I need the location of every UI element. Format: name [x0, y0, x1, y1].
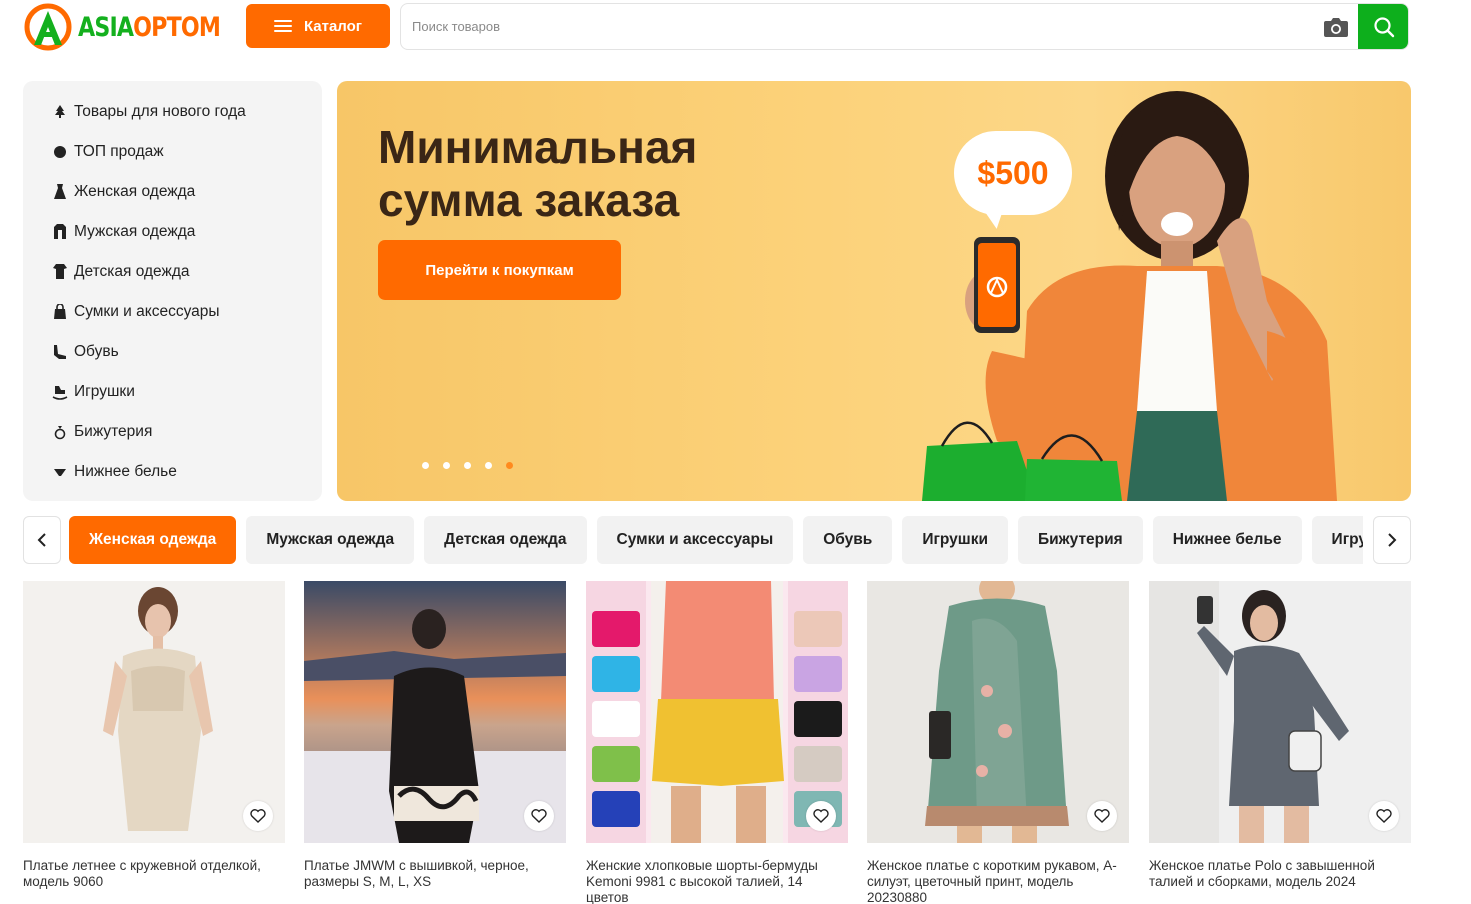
dress-icon	[51, 183, 69, 201]
logo[interactable]: ASIAOPTOM	[24, 3, 251, 51]
product-image[interactable]	[304, 581, 566, 843]
sidebar-item-label: Сумки и аксессуары	[74, 303, 220, 320]
product-image[interactable]	[23, 581, 285, 843]
tab-womens[interactable]: Женская одежда	[69, 516, 237, 564]
logo-optom: OPTOM	[133, 11, 221, 43]
sidebar-item-label: ТОП продаж	[74, 143, 164, 160]
product-title[interactable]: Женские хлопковые шорты-бермуды Kemoni 9…	[586, 858, 848, 904]
price-bubble: $500	[954, 131, 1072, 215]
tab-kids[interactable]: Детская одежда	[424, 516, 587, 564]
product-grid: Платье летнее с кружевной отделкой, моде…	[23, 581, 1411, 904]
menu-icon	[273, 20, 292, 32]
sidebar-item-label: Женская одежда	[74, 183, 196, 200]
search-icon	[1373, 16, 1394, 37]
slider-dot[interactable]	[485, 462, 492, 469]
search-bar	[400, 3, 1409, 50]
product-image[interactable]	[1149, 581, 1411, 843]
banner-title-line: Минимальная	[378, 121, 698, 173]
catalog-label: Каталог	[303, 17, 363, 35]
sidebar-item-label: Детская одежда	[74, 263, 190, 280]
product-card[interactable]: Женское платье Polo с завышенной талией …	[1149, 581, 1411, 890]
search-button[interactable]	[1358, 4, 1408, 49]
underwear-icon	[51, 463, 69, 481]
search-input[interactable]	[401, 4, 1311, 49]
product-title[interactable]: Платье JMWM с вышивкой, черное, размеры …	[304, 858, 566, 890]
sidebar-item-kids[interactable]: Детская одежда	[23, 252, 322, 292]
product-title[interactable]: Женское платье с коротким рукавом, А-сил…	[867, 858, 1129, 904]
sidebar-item-label: Товары для нового года	[74, 103, 246, 120]
heart-icon	[813, 809, 829, 823]
tab-underwear[interactable]: Нижнее белье	[1152, 516, 1302, 564]
heart-icon	[531, 809, 547, 823]
banner-title: Минимальная сумма заказа	[378, 121, 697, 227]
product-image[interactable]	[586, 581, 848, 843]
tab-bags[interactable]: Сумки и аксессуары	[596, 516, 794, 564]
product-card[interactable]: Платье JMWM с вышивкой, черное, размеры …	[304, 581, 566, 890]
tabs-prev-button[interactable]	[23, 516, 61, 564]
header: ASIAOPTOM Каталог	[0, 0, 1471, 60]
rocking-horse-icon	[51, 383, 69, 401]
tab-mens[interactable]: Мужская одежда	[246, 516, 415, 564]
shop-now-button[interactable]: Перейти к покупкам	[378, 240, 621, 300]
badge-icon	[51, 143, 69, 161]
sidebar-item-new-year[interactable]: Товары для нового года	[23, 92, 322, 132]
chevron-left-icon	[37, 533, 46, 547]
favorite-button[interactable]	[524, 801, 554, 831]
slider-dot[interactable]	[464, 462, 471, 469]
chevron-right-icon	[1388, 533, 1397, 547]
promo-banner[interactable]: Минимальная сумма заказа Перейти к покуп…	[337, 81, 1411, 501]
tab-toys-2[interactable]: Игрушки	[1311, 516, 1363, 564]
catalog-button[interactable]: Каталог	[246, 4, 390, 48]
sidebar-item-bags[interactable]: Сумки и аксессуары	[23, 292, 322, 332]
price-bubble-tail	[981, 203, 1009, 231]
tab-jewelry[interactable]: Бижутерия	[1018, 516, 1143, 564]
favorite-button[interactable]	[243, 801, 273, 831]
tabs-next-button[interactable]	[1373, 516, 1411, 564]
product-card[interactable]: Женское платье с коротким рукавом, А-сил…	[867, 581, 1129, 904]
product-image[interactable]	[867, 581, 1129, 843]
sidebar-item-toys[interactable]: Игрушки	[23, 372, 322, 412]
shoe-icon	[51, 343, 69, 361]
slider-dots	[422, 462, 527, 469]
sidebar-item-top-sales[interactable]: ТОП продаж	[23, 132, 322, 172]
sidebar-item-womens[interactable]: Женская одежда	[23, 172, 322, 212]
category-tabs: Женская одежда Мужская одежда Детская од…	[23, 516, 1411, 564]
logo-asia: ASIA	[78, 11, 134, 43]
product-card[interactable]: Женские хлопковые шорты-бермуды Kemoni 9…	[586, 581, 848, 904]
tab-toys[interactable]: Игрушки	[902, 516, 1008, 564]
favorite-button[interactable]	[1369, 801, 1399, 831]
sidebar-item-label: Бижутерия	[74, 423, 153, 440]
banner-title-line: сумма заказа	[378, 174, 680, 226]
slider-dot[interactable]	[443, 462, 450, 469]
sidebar-item-shoes[interactable]: Обувь	[23, 332, 322, 372]
ring-icon	[51, 423, 69, 441]
sidebar-item-label: Мужская одежда	[74, 223, 196, 240]
favorite-button[interactable]	[1087, 801, 1117, 831]
sidebar-item-underwear[interactable]: Нижнее белье	[23, 452, 322, 492]
camera-icon[interactable]	[1323, 16, 1349, 38]
product-card[interactable]: Платье летнее с кружевной отделкой, моде…	[23, 581, 285, 890]
product-title[interactable]: Платье летнее с кружевной отделкой, моде…	[23, 858, 285, 890]
tab-shoes[interactable]: Обувь	[803, 516, 893, 564]
tabs-track: Женская одежда Мужская одежда Детская од…	[69, 516, 1363, 564]
asiaoptom-logo-icon	[24, 3, 72, 51]
sidebar-item-mens[interactable]: Мужская одежда	[23, 212, 322, 252]
heart-icon	[1094, 809, 1110, 823]
favorite-button[interactable]	[806, 801, 836, 831]
category-sidebar: Товары для нового года ТОП продаж Женска…	[23, 81, 322, 501]
slider-dot-active[interactable]	[506, 462, 513, 469]
heart-icon	[250, 809, 266, 823]
sidebar-item-label: Игрушки	[74, 383, 135, 400]
heart-icon	[1376, 809, 1392, 823]
kids-clothes-icon	[51, 263, 69, 281]
tree-icon	[51, 103, 69, 121]
coat-icon	[51, 223, 69, 241]
bag-icon	[51, 303, 69, 321]
slider-dot[interactable]	[422, 462, 429, 469]
product-title[interactable]: Женское платье Polo с завышенной талией …	[1149, 858, 1411, 890]
sidebar-item-label: Обувь	[74, 343, 119, 360]
logo-text: ASIAOPTOM	[78, 11, 221, 43]
sidebar-item-jewelry[interactable]: Бижутерия	[23, 412, 322, 452]
sidebar-item-label: Нижнее белье	[74, 463, 177, 480]
